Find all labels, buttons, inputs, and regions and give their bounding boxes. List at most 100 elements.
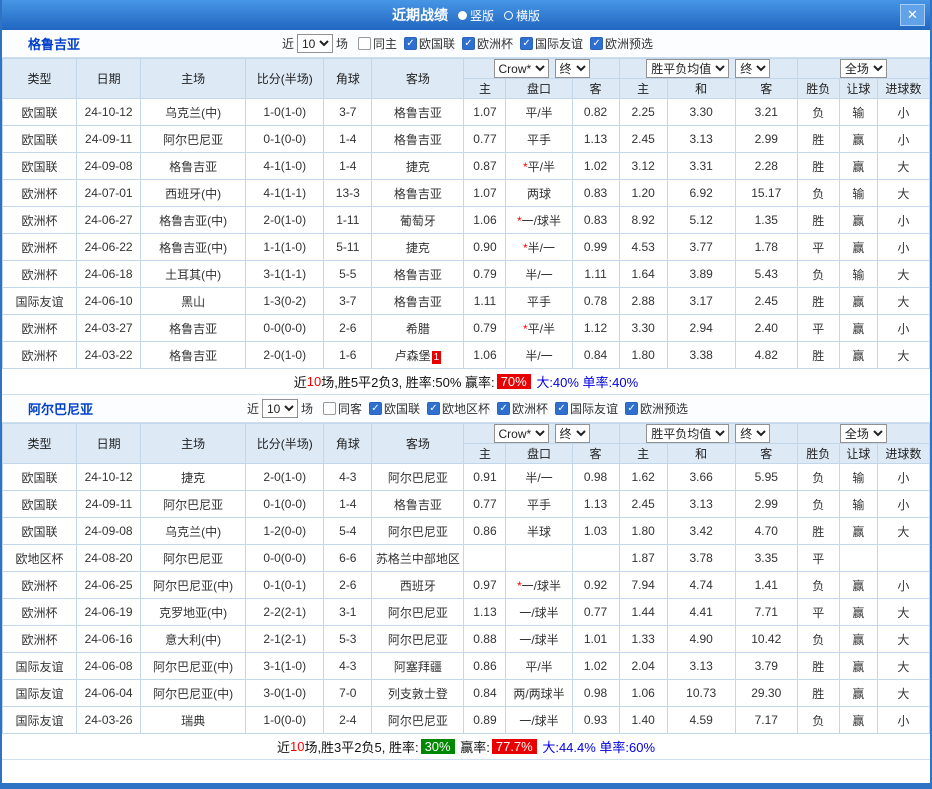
odds-source-select[interactable]: Crow*: [494, 59, 549, 78]
home-team-cell: 格鲁吉亚: [141, 342, 246, 369]
draw-odds-cell: 10.73: [667, 680, 735, 707]
summary-part: 近: [294, 372, 307, 391]
date-cell: 24-09-08: [77, 518, 141, 545]
away-team-cell: 卢森堡1: [372, 342, 464, 369]
checkbox-checked[interactable]: ✓: [555, 402, 568, 415]
draw-odds-cell: 3.13: [667, 491, 735, 518]
wdl-time-select[interactable]: 终: [735, 59, 770, 78]
draw-odds-cell: 3.42: [667, 518, 735, 545]
goals-cell: 小: [877, 234, 929, 261]
filter-checkbox-label: 欧国联: [419, 35, 455, 52]
lose-odds-cell: 4.82: [735, 342, 797, 369]
win-odds-cell: 3.30: [619, 315, 667, 342]
checkbox-checked[interactable]: ✓: [590, 37, 603, 50]
score-cell: 3-1(1-0): [246, 653, 324, 680]
league-cell: 欧洲杯: [3, 207, 77, 234]
odds-source-select[interactable]: Crow*: [494, 424, 549, 443]
win-odds-cell: 1.06: [619, 680, 667, 707]
match-row: 欧洲杯24-06-25阿尔巴尼亚(中)0-1(0-1)2-6西班牙0.97*一/…: [3, 572, 930, 599]
wdl-header-cell: 胜平负均值终: [619, 424, 797, 444]
goals-cell: 大: [877, 680, 929, 707]
checkbox-checked[interactable]: ✓: [625, 402, 638, 415]
col-header: 类型: [3, 424, 77, 464]
wdl-source-select[interactable]: 胜平负均值: [646, 424, 729, 443]
col-subheader: 进球数: [877, 444, 929, 464]
filter-checkbox-label: 同客: [338, 400, 362, 417]
checkbox-checked[interactable]: ✓: [497, 402, 510, 415]
corner-cell: 13-3: [324, 180, 372, 207]
checkbox-unchecked[interactable]: [358, 37, 371, 50]
scope-select[interactable]: 全场: [840, 59, 887, 78]
asian-home-odds-cell: 0.77: [464, 491, 506, 518]
match-count-select[interactable]: 10: [262, 399, 298, 418]
checkbox-checked[interactable]: ✓: [404, 37, 417, 50]
result-cell: 平: [797, 599, 839, 626]
checkbox-checked[interactable]: ✓: [520, 37, 533, 50]
date-cell: 24-03-26: [77, 707, 141, 734]
goals-cell: 小: [877, 464, 929, 491]
asian-home-odds-cell: 1.13: [464, 599, 506, 626]
handicap-result-cell: 赢: [839, 518, 877, 545]
match-row: 欧洲杯24-03-27格鲁吉亚0-0(0-0)2-6希腊0.79*平/半1.12…: [3, 315, 930, 342]
sections: 格鲁吉亚近10场同主✓欧国联✓欧洲杯✓国际友谊✓欧洲预选类型日期主场比分(半场)…: [2, 30, 930, 760]
summary-part: 10: [307, 374, 321, 389]
checkbox-unchecked[interactable]: [323, 402, 336, 415]
col-header: 比分(半场): [246, 424, 324, 464]
handicap-cell: 半/一: [506, 261, 572, 288]
recent-results-window: 近期战绩 竖版横版 ✕ 格鲁吉亚近10场同主✓欧国联✓欧洲杯✓国际友谊✓欧洲预选…: [0, 0, 932, 789]
view-option-selected[interactable]: 竖版: [458, 7, 494, 24]
match-row: 欧地区杯24-08-20阿尔巴尼亚0-0(0-0)6-6苏格兰中部地区1.873…: [3, 545, 930, 572]
corner-cell: 1-11: [324, 207, 372, 234]
league-cell: 欧洲杯: [3, 572, 77, 599]
home-team-cell: 黑山: [141, 288, 246, 315]
date-cell: 24-03-22: [77, 342, 141, 369]
odds-time-select[interactable]: 终: [555, 59, 590, 78]
result-cell: 平: [797, 545, 839, 572]
col-subheader: 胜负: [797, 444, 839, 464]
league-cell: 国际友谊: [3, 707, 77, 734]
corner-cell: 7-0: [324, 680, 372, 707]
checkbox-checked[interactable]: ✓: [462, 37, 475, 50]
win-odds-cell: 2.88: [619, 288, 667, 315]
filter-checkbox-label: 欧洲杯: [512, 400, 548, 417]
handicap-cell: 平手: [506, 491, 572, 518]
asian-home-odds-cell: 1.07: [464, 180, 506, 207]
draw-odds-cell: 3.17: [667, 288, 735, 315]
date-cell: 24-09-11: [77, 126, 141, 153]
team-name: 格鲁吉亚: [28, 34, 80, 53]
view-option-unselected[interactable]: 横版: [504, 7, 540, 24]
col-header: 类型: [3, 59, 77, 99]
scope-select[interactable]: 全场: [840, 424, 887, 443]
handicap-result-cell: 赢: [839, 126, 877, 153]
odds-time-select[interactable]: 终: [555, 424, 590, 443]
wdl-time-select[interactable]: 终: [735, 424, 770, 443]
odds-header-cell: Crow* 终: [464, 59, 619, 79]
checkbox-checked[interactable]: ✓: [369, 402, 382, 415]
result-cell: 负: [797, 180, 839, 207]
close-button[interactable]: ✕: [900, 4, 925, 26]
date-cell: 24-06-10: [77, 288, 141, 315]
draw-odds-cell: 4.59: [667, 707, 735, 734]
lose-odds-cell: 1.35: [735, 207, 797, 234]
asian-home-odds-cell: 0.84: [464, 680, 506, 707]
wdl-source-select[interactable]: 胜平负均值: [646, 59, 729, 78]
filter-checkbox-label: 同主: [373, 35, 397, 52]
match-count-select[interactable]: 10: [297, 34, 333, 53]
draw-odds-cell: 3.31: [667, 153, 735, 180]
result-cell: 负: [797, 707, 839, 734]
summary-part: 30%: [421, 739, 455, 754]
goals-cell: 大: [877, 288, 929, 315]
checkbox-checked[interactable]: ✓: [427, 402, 440, 415]
view-option-label: 横版: [516, 7, 540, 24]
home-team-cell: 格鲁吉亚: [141, 315, 246, 342]
handicap-result-cell: 赢: [839, 288, 877, 315]
lose-odds-cell: 5.95: [735, 464, 797, 491]
home-team-cell: 乌克兰(中): [141, 518, 246, 545]
home-team-cell: 克罗地亚(中): [141, 599, 246, 626]
draw-odds-cell: 3.77: [667, 234, 735, 261]
result-cell: 负: [797, 626, 839, 653]
filter-prefix: 近: [282, 35, 294, 52]
result-cell: 负: [797, 261, 839, 288]
goals-cell: 小: [877, 572, 929, 599]
away-team-cell: 阿尔巴尼亚: [372, 626, 464, 653]
